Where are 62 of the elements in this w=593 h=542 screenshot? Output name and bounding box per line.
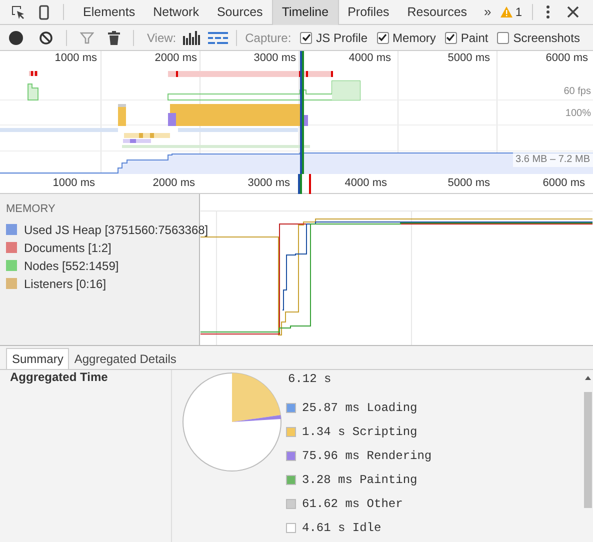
details-tab[interactable]: Aggregated Details (69, 348, 182, 369)
tick-label: 2000 ms (154, 51, 197, 66)
tick-label: 6000 ms (542, 176, 585, 191)
warning-icon (500, 6, 514, 18)
counter-label: Nodes [552:1459] (24, 258, 119, 274)
tick-label: 3000 ms (248, 176, 290, 191)
capture-checkbox[interactable]: Paint (444, 28, 488, 46)
view-label: View: (147, 30, 176, 46)
category-label: 25.87 ms Loading (302, 400, 418, 417)
category-label: 4.61 s Idle (302, 520, 382, 537)
category-label: 3.28 ms Painting (302, 472, 418, 489)
memory-range: 3.6 MB – 7.2 MB (512, 152, 593, 167)
section-heading: Aggregated Time (10, 370, 109, 384)
details-tab[interactable]: Summary (6, 348, 70, 369)
filter-icon[interactable] (80, 30, 94, 44)
tick-label: 1000 ms (52, 176, 95, 191)
capture-checkbox[interactable]: Memory (376, 28, 436, 46)
category-label: 1.34 s Scripting (302, 424, 418, 441)
counter-swatch[interactable] (6, 242, 17, 253)
counter-label: Listeners [0:16] (24, 276, 106, 292)
panel-tab[interactable]: Network (144, 0, 208, 24)
counter-label: Documents [1:2] (24, 240, 112, 256)
more-tabs-button[interactable]: » (476, 2, 500, 22)
checkmark-icon (378, 33, 388, 42)
tick-label: 2000 ms (152, 176, 195, 191)
panel-tab[interactable]: Timeline (272, 0, 339, 24)
clear-icon[interactable] (39, 30, 53, 44)
checkmark-icon (302, 33, 311, 42)
capture-checkbox[interactable]: Screenshots (497, 28, 580, 46)
total-time: 6.12 s (287, 372, 332, 388)
flame-view-icon[interactable] (208, 32, 228, 44)
capture-checkbox[interactable]: JS Profile (300, 28, 368, 46)
fps-label: 60 fps (564, 85, 591, 99)
panel-tab[interactable]: Resources (398, 0, 476, 24)
checkmark-icon (446, 33, 456, 42)
capture-label: Capture: (245, 30, 292, 46)
tick-label: 3000 ms (254, 51, 296, 66)
panel-tab[interactable]: Profiles (338, 0, 398, 24)
tick-label: 4000 ms (348, 51, 391, 66)
cpu-label: 100% (565, 107, 591, 121)
panel-tab[interactable]: Sources (208, 0, 272, 24)
trash-icon[interactable] (108, 30, 120, 44)
close-icon[interactable] (565, 4, 581, 20)
warning-count: 1 (515, 4, 522, 21)
scroll-up-arrow-icon[interactable] (585, 376, 591, 380)
category-label: 61.62 ms Other (302, 496, 403, 513)
time-marker (309, 174, 311, 194)
tick-label: 5000 ms (448, 51, 490, 66)
counter-swatch[interactable] (6, 278, 17, 289)
bars-view-icon[interactable] (183, 30, 202, 44)
time-marker-handle[interactable] (298, 174, 304, 194)
tick-label: 1000 ms (54, 51, 97, 66)
record-button[interactable] (9, 30, 23, 44)
counter-label: Used JS Heap [3751560:7563368] (24, 222, 208, 238)
counter-swatch[interactable] (6, 224, 17, 235)
tick-label: 4000 ms (344, 176, 387, 191)
memory-title: MEMORY (6, 202, 56, 217)
category-label: 75.96 ms Rendering (302, 448, 432, 465)
panel-tab[interactable]: Elements (74, 0, 144, 24)
tick-label: 6000 ms (546, 51, 588, 66)
tick-label: 5000 ms (448, 176, 490, 191)
counter-swatch[interactable] (6, 260, 17, 271)
